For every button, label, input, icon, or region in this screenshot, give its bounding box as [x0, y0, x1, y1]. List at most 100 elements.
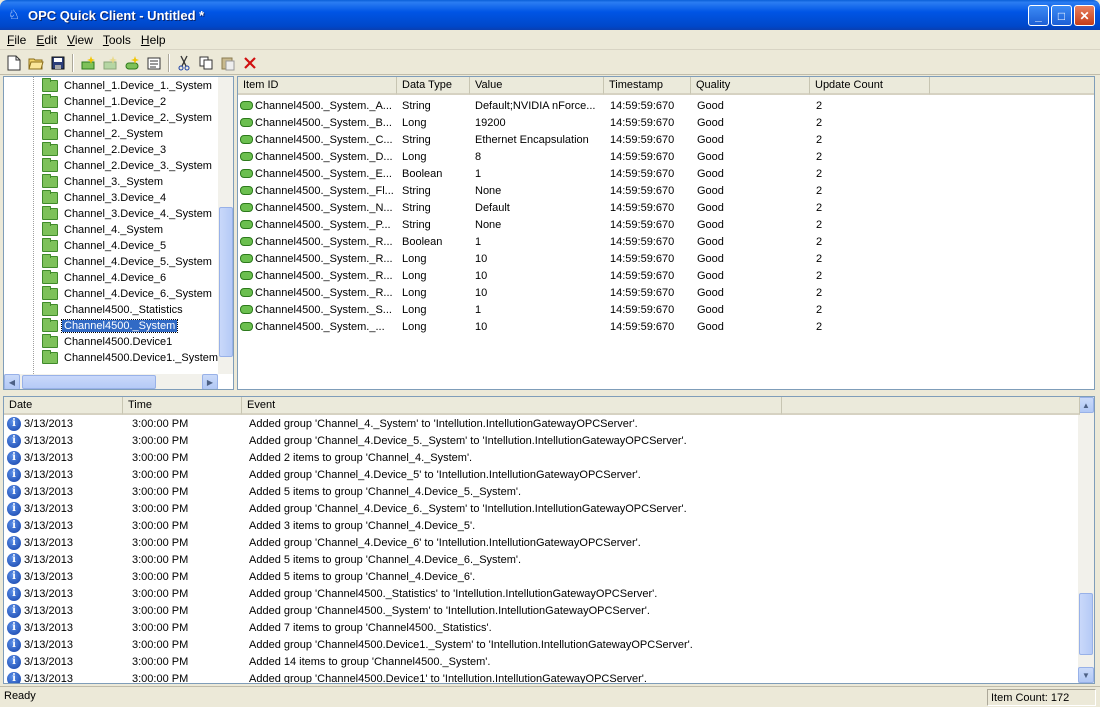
log-row[interactable]: i 3/13/2013 3:00:00 PM Added 5 items to gro… — [4, 483, 1078, 500]
table-row[interactable]: Channel4500._System._R... Long 10 14:59:59:… — [238, 267, 1094, 284]
tree-item[interactable]: Channel4500._Statistics — [42, 302, 185, 318]
maximize-button[interactable]: □ — [1051, 5, 1072, 26]
group-tree[interactable]: Channel_1.Device_1._System Channel_1.Devi… — [3, 76, 234, 390]
event-log[interactable]: ▲ ▼ Date Time Event i 3/13/2013 3:00:00 PM Add… — [3, 396, 1095, 684]
log-row[interactable]: i 3/13/2013 3:00:00 PM Added group 'Channel… — [4, 670, 1078, 683]
log-row[interactable]: i 3/13/2013 3:00:00 PM Added 7 items to gro… — [4, 619, 1078, 636]
tree-item[interactable]: Channel_2._System — [42, 126, 165, 142]
log-cell: Added group 'Channel_4._System' to 'Inte… — [249, 417, 638, 430]
log-column-header[interactable]: Date — [4, 397, 123, 415]
log-row[interactable]: i 3/13/2013 3:00:00 PM Added 5 items to gro… — [4, 551, 1078, 568]
table-cell: 14:59:59:670 — [610, 218, 675, 231]
scroll-down-arrow-icon[interactable]: ▼ — [1078, 667, 1094, 683]
tree-item[interactable]: Channel4500._System — [42, 318, 179, 334]
column-header[interactable]: Data Type — [397, 77, 470, 95]
tree-item[interactable]: Channel4500.Device1._System — [42, 350, 218, 366]
menu-tools[interactable]: Tools — [98, 33, 136, 47]
tree-item-label: Channel_3.Device_4 — [64, 192, 167, 204]
tree-item[interactable]: Channel4500.Device1 — [42, 334, 174, 350]
log-row[interactable]: i 3/13/2013 3:00:00 PM Added group 'Channel… — [4, 432, 1078, 449]
new-item-icon[interactable] — [121, 52, 143, 74]
log-row[interactable]: i 3/13/2013 3:00:00 PM Added group 'Channel… — [4, 500, 1078, 517]
column-header[interactable]: Update Count — [810, 77, 930, 95]
menu-edit[interactable]: Edit — [31, 33, 62, 47]
minimize-button[interactable]: _ — [1028, 5, 1049, 26]
delete-icon[interactable] — [239, 52, 261, 74]
tree-item[interactable]: Channel_4.Device_6._System — [42, 286, 214, 302]
table-cell: 14:59:59:670 — [610, 116, 675, 129]
open-folder-icon[interactable] — [25, 52, 47, 74]
copy-icon[interactable] — [195, 52, 217, 74]
table-row[interactable]: Channel4500._System._N... String Default 14… — [238, 199, 1094, 216]
table-row[interactable]: Channel4500._System._... Long 10 14:59:59:6… — [238, 318, 1094, 335]
properties-icon[interactable] — [143, 52, 165, 74]
column-header[interactable]: Item ID — [238, 77, 397, 95]
table-cell: 19200 — [475, 116, 506, 129]
title-bar[interactable]: ♘ OPC Quick Client - Untitled * _ □ ✕ — [0, 0, 1100, 30]
tree-item[interactable]: Channel_2.Device_3._System — [42, 158, 214, 174]
log-column-header[interactable]: Event — [242, 397, 782, 415]
table-row[interactable]: Channel4500._System._C... String Ethernet … — [238, 131, 1094, 148]
column-header[interactable]: Quality — [691, 77, 810, 95]
paste-icon[interactable] — [217, 52, 239, 74]
log-row[interactable]: i 3/13/2013 3:00:00 PM Added group 'Channel… — [4, 585, 1078, 602]
save-icon[interactable] — [47, 52, 69, 74]
table-cell: 2 — [816, 167, 823, 180]
log-row[interactable]: i 3/13/2013 3:00:00 PM Added group 'Channel… — [4, 415, 1078, 432]
log-date-text: 3/13/2013 — [24, 502, 73, 515]
tree-vscroll-thumb[interactable] — [219, 207, 233, 357]
scroll-right-arrow-icon[interactable]: ▶ — [202, 374, 218, 389]
menu-help[interactable]: Help — [136, 33, 171, 47]
tree-item[interactable]: Channel_1.Device_1._System — [42, 78, 214, 94]
close-button[interactable]: ✕ — [1074, 5, 1095, 26]
tree-item[interactable]: Channel_4.Device_5._System — [42, 254, 214, 270]
table-row[interactable]: Channel4500._System._S... Long 1 14:59:59:6… — [238, 301, 1094, 318]
scroll-left-arrow-icon[interactable]: ◀ — [4, 374, 20, 389]
menu-view[interactable]: View — [62, 33, 98, 47]
log-vertical-scrollbar[interactable]: ▲ ▼ — [1078, 397, 1094, 683]
table-row[interactable]: Channel4500._System._R... Long 10 14:59:59:… — [238, 250, 1094, 267]
tree-item[interactable]: Channel_3.Device_4._System — [42, 206, 214, 222]
log-vscroll-thumb[interactable] — [1079, 593, 1093, 655]
tree-item[interactable]: Channel_4.Device_6 — [42, 270, 168, 286]
column-header[interactable]: Value — [470, 77, 604, 95]
log-row[interactable]: i 3/13/2013 3:00:00 PM Added group 'Channel… — [4, 636, 1078, 653]
menu-file[interactable]: File — [2, 33, 31, 47]
log-row[interactable]: i 3/13/2013 3:00:00 PM Added 14 items to gr… — [4, 653, 1078, 670]
tree-item[interactable]: Channel_4._System — [42, 222, 165, 238]
tree-item[interactable]: Channel_1.Device_2._System — [42, 110, 214, 126]
table-row[interactable]: Channel4500._System._P... String None 14:59… — [238, 216, 1094, 233]
log-row[interactable]: i 3/13/2013 3:00:00 PM Added group 'Channel… — [4, 602, 1078, 619]
tree-hscroll-thumb[interactable] — [22, 375, 156, 389]
new-group-icon[interactable] — [99, 52, 121, 74]
tree-item-label: Channel_3._System — [64, 176, 164, 188]
tree-item[interactable]: Channel_3._System — [42, 174, 165, 190]
tree-item[interactable]: Channel_2.Device_3 — [42, 142, 168, 158]
table-row[interactable]: Channel4500._System._R... Boolean 1 14:59:5… — [238, 233, 1094, 250]
cut-icon[interactable] — [173, 52, 195, 74]
tree-horizontal-scrollbar[interactable]: ◀ ▶ — [4, 374, 218, 389]
log-row[interactable]: i 3/13/2013 3:00:00 PM Added group 'Channel… — [4, 534, 1078, 551]
info-icon: i — [7, 603, 21, 618]
scroll-up-arrow-icon[interactable]: ▲ — [1078, 397, 1094, 413]
tree-item[interactable]: Channel_3.Device_4 — [42, 190, 168, 206]
tree-item[interactable]: Channel_4.Device_5 — [42, 238, 168, 254]
item-id-text: Channel4500._System._R... — [255, 252, 393, 265]
log-column-header[interactable]: Time — [123, 397, 242, 415]
log-row[interactable]: i 3/13/2013 3:00:00 PM Added 3 items to gro… — [4, 517, 1078, 534]
new-file-icon[interactable] — [3, 52, 25, 74]
table-row[interactable]: Channel4500._System._B... Long 19200 14:59:… — [238, 114, 1094, 131]
log-row[interactable]: i 3/13/2013 3:00:00 PM Added 5 items to gro… — [4, 568, 1078, 585]
table-row[interactable]: Channel4500._System._E... Boolean 1 14:59:5… — [238, 165, 1094, 182]
log-row[interactable]: i 3/13/2013 3:00:00 PM Added 2 items to gro… — [4, 449, 1078, 466]
column-header[interactable]: Timestamp — [604, 77, 691, 95]
table-row[interactable]: Channel4500._System._A... String Default;N… — [238, 97, 1094, 114]
tree-item[interactable]: Channel_1.Device_2 — [42, 94, 168, 110]
table-row[interactable]: Channel4500._System._Fl... String None 14:5… — [238, 182, 1094, 199]
item-list[interactable]: Item ID Data Type Value Timestamp Quality Upd… — [237, 76, 1095, 390]
new-server-icon[interactable] — [77, 52, 99, 74]
table-row[interactable]: Channel4500._System._D... Long 8 14:59:59:6… — [238, 148, 1094, 165]
log-row[interactable]: i 3/13/2013 3:00:00 PM Added group 'Channel… — [4, 466, 1078, 483]
tree-vertical-scrollbar[interactable] — [218, 77, 233, 374]
table-row[interactable]: Channel4500._System._R... Long 10 14:59:59:… — [238, 284, 1094, 301]
